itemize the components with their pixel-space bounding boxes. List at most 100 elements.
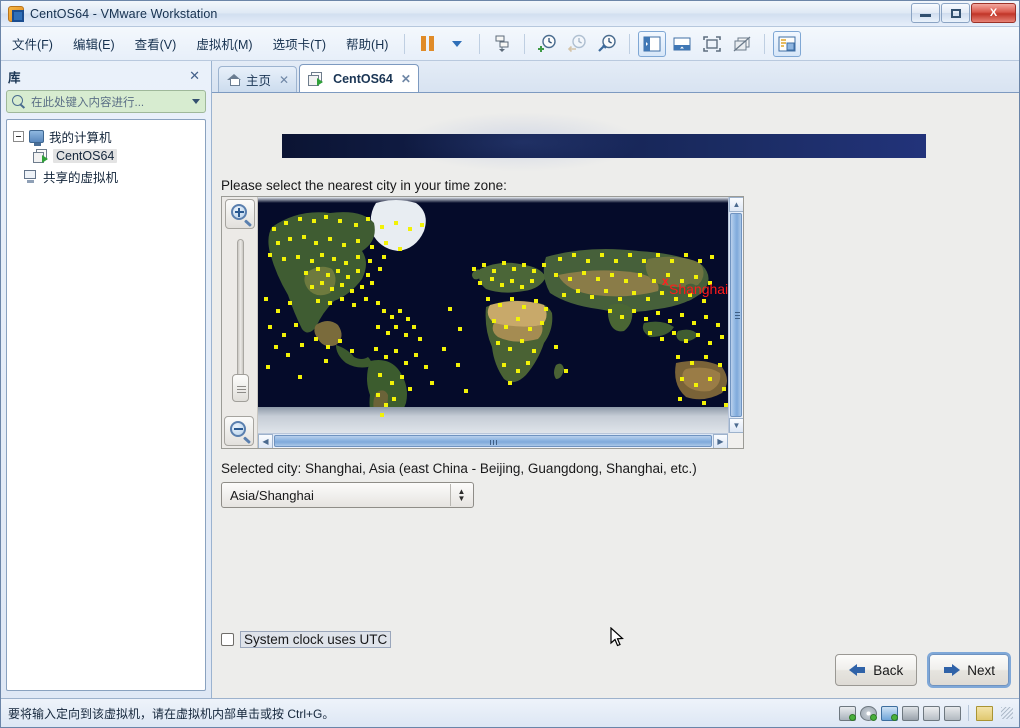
snapshot-take-button[interactable] xyxy=(488,31,516,57)
timezone-city-dots xyxy=(264,215,728,417)
next-button-label: Next xyxy=(967,662,995,678)
toolbar-separator xyxy=(764,33,766,54)
sound-card-icon[interactable] xyxy=(923,705,940,721)
network-adapter-icon[interactable] xyxy=(881,705,898,721)
minimize-button[interactable] xyxy=(911,3,940,23)
menu-tabs[interactable]: 选项卡(T) xyxy=(264,31,335,56)
library-tree: 我的计算机 CentOS64 共享的虚拟机 xyxy=(6,119,206,691)
vmware-icon xyxy=(8,5,24,22)
status-device-icons xyxy=(839,705,1019,721)
library-search-input[interactable]: 在此处键入内容进行... xyxy=(6,90,206,113)
tree-item-label: CentOS64 xyxy=(53,149,118,163)
clock-wrench-icon xyxy=(598,34,616,52)
home-icon xyxy=(227,73,241,86)
chevron-down-icon xyxy=(452,40,463,47)
map-zoom-out-button[interactable] xyxy=(224,416,254,446)
map-vertical-scrollbar[interactable]: ▲ ▼ xyxy=(728,197,743,433)
tree-item-my-computer[interactable]: 我的计算机 xyxy=(11,126,201,146)
library-panel-icon xyxy=(643,36,661,51)
console-view-button[interactable] xyxy=(773,30,802,57)
installer-button-row: Back Next xyxy=(835,654,1009,686)
usb-device-icon[interactable] xyxy=(944,705,961,721)
map-viewport[interactable]: x Shanghai ▲ ▼ ◀ ▶ xyxy=(258,197,743,448)
pause-button[interactable] xyxy=(413,31,441,57)
scroll-down-arrow[interactable]: ▼ xyxy=(729,418,743,433)
menu-bar: 文件(F) 编辑(E) 查看(V) 虚拟机(M) 选项卡(T) 帮助(H) xyxy=(1,27,1019,61)
show-library-button[interactable] xyxy=(638,30,667,57)
back-button[interactable]: Back xyxy=(835,654,918,686)
show-thumbnail-bar-button[interactable] xyxy=(668,31,696,57)
hard-disk-icon[interactable] xyxy=(839,705,856,721)
library-header: 库 ✕ xyxy=(6,65,206,87)
tree-item-shared-vms[interactable]: 共享的虚拟机 xyxy=(11,166,201,186)
menu-vm[interactable]: 虚拟机(M) xyxy=(187,31,261,56)
toolbar-separator xyxy=(479,33,481,54)
installer-banner xyxy=(282,112,926,172)
monitor-icon xyxy=(29,129,44,146)
timezone-map-widget: x Shanghai ▲ ▼ ◀ ▶ xyxy=(221,196,744,449)
toolbar-separator xyxy=(524,33,526,54)
snapshot-manager-button[interactable] xyxy=(593,31,621,57)
snapshot-add-button[interactable] xyxy=(533,31,561,57)
tab-home[interactable]: 主页 ✕ xyxy=(218,66,298,92)
map-hscroll-thumb[interactable] xyxy=(274,435,712,447)
map-zoom-slider-thumb[interactable] xyxy=(232,374,249,402)
arrow-left-icon xyxy=(849,663,866,677)
map-horizontal-scrollbar[interactable]: ◀ ▶ xyxy=(258,433,728,448)
centos-installer-timezone-screen: Please select the nearest city in your t… xyxy=(212,93,1019,698)
tree-item-label: 共享的虚拟机 xyxy=(43,170,119,185)
map-vscroll-thumb[interactable] xyxy=(730,213,742,417)
map-zoom-in-button[interactable] xyxy=(224,199,255,229)
tab-strip: 主页 ✕ CentOS64 ✕ xyxy=(212,61,1019,93)
console-view-icon xyxy=(778,36,796,51)
library-panel: 库 ✕ 在此处键入内容进行... 我的计算机 CentOS64 共享的虚拟机 xyxy=(1,61,212,698)
next-button[interactable]: Next xyxy=(929,654,1009,686)
window-title: CentOS64 - VMware Workstation xyxy=(30,6,218,21)
vmware-workstation-window: CentOS64 - VMware Workstation X 文件(F) 编辑… xyxy=(0,0,1020,728)
notes-icon[interactable] xyxy=(976,705,993,721)
toolbar-separator xyxy=(629,33,631,54)
full-screen-button[interactable] xyxy=(698,31,726,57)
menu-view[interactable]: 查看(V) xyxy=(126,31,186,56)
library-close-icon[interactable]: ✕ xyxy=(185,68,204,84)
clock-plus-icon xyxy=(537,34,556,52)
title-bar: CentOS64 - VMware Workstation X xyxy=(1,1,1019,27)
snapshot-icon xyxy=(495,35,509,52)
selected-city-marker: x xyxy=(662,274,669,288)
tab-label: CentOS64 xyxy=(333,71,393,86)
scroll-right-arrow[interactable]: ▶ xyxy=(713,434,728,448)
utc-checkbox[interactable] xyxy=(221,633,234,646)
cd-dvd-icon[interactable] xyxy=(860,705,877,721)
world-map[interactable]: x Shanghai xyxy=(258,197,728,433)
maximize-button[interactable] xyxy=(941,3,970,23)
timezone-select-value: Asia/Shanghai xyxy=(230,487,314,503)
scroll-left-arrow[interactable]: ◀ xyxy=(258,434,273,448)
vm-tab-area: 主页 ✕ CentOS64 ✕ Please select the neares… xyxy=(212,61,1019,698)
chevron-down-icon[interactable] xyxy=(192,99,200,104)
timezone-select[interactable]: Asia/Shanghai ▲ ▼ xyxy=(221,482,474,508)
resize-grip[interactable] xyxy=(1001,707,1013,719)
snapshot-revert-button[interactable] xyxy=(563,31,591,57)
utc-checkbox-row: System clock uses UTC xyxy=(221,631,392,648)
tab-close-icon[interactable]: ✕ xyxy=(279,73,289,87)
pause-dropdown[interactable] xyxy=(443,31,471,57)
mouse-cursor xyxy=(610,627,624,647)
scroll-up-arrow[interactable]: ▲ xyxy=(729,197,743,212)
tree-item-centos64[interactable]: CentOS64 xyxy=(11,146,201,166)
status-separator xyxy=(968,705,969,721)
tab-centos64[interactable]: CentOS64 ✕ xyxy=(299,64,419,92)
menu-edit[interactable]: 编辑(E) xyxy=(64,31,124,56)
utc-checkbox-label[interactable]: System clock uses UTC xyxy=(240,631,392,648)
vm-console[interactable]: Please select the nearest city in your t… xyxy=(212,93,1019,698)
vm-icon xyxy=(308,71,324,86)
close-button[interactable]: X xyxy=(971,3,1016,23)
menu-file[interactable]: 文件(F) xyxy=(3,31,62,56)
unity-button[interactable] xyxy=(728,31,756,57)
expander-icon[interactable] xyxy=(13,130,24,142)
unity-mode-icon xyxy=(733,36,751,51)
printer-icon[interactable] xyxy=(902,705,919,721)
timezone-spinner-icon[interactable]: ▲ ▼ xyxy=(450,484,472,506)
vm-icon xyxy=(33,149,48,163)
menu-help[interactable]: 帮助(H) xyxy=(337,31,397,56)
tab-close-icon[interactable]: ✕ xyxy=(401,72,411,86)
